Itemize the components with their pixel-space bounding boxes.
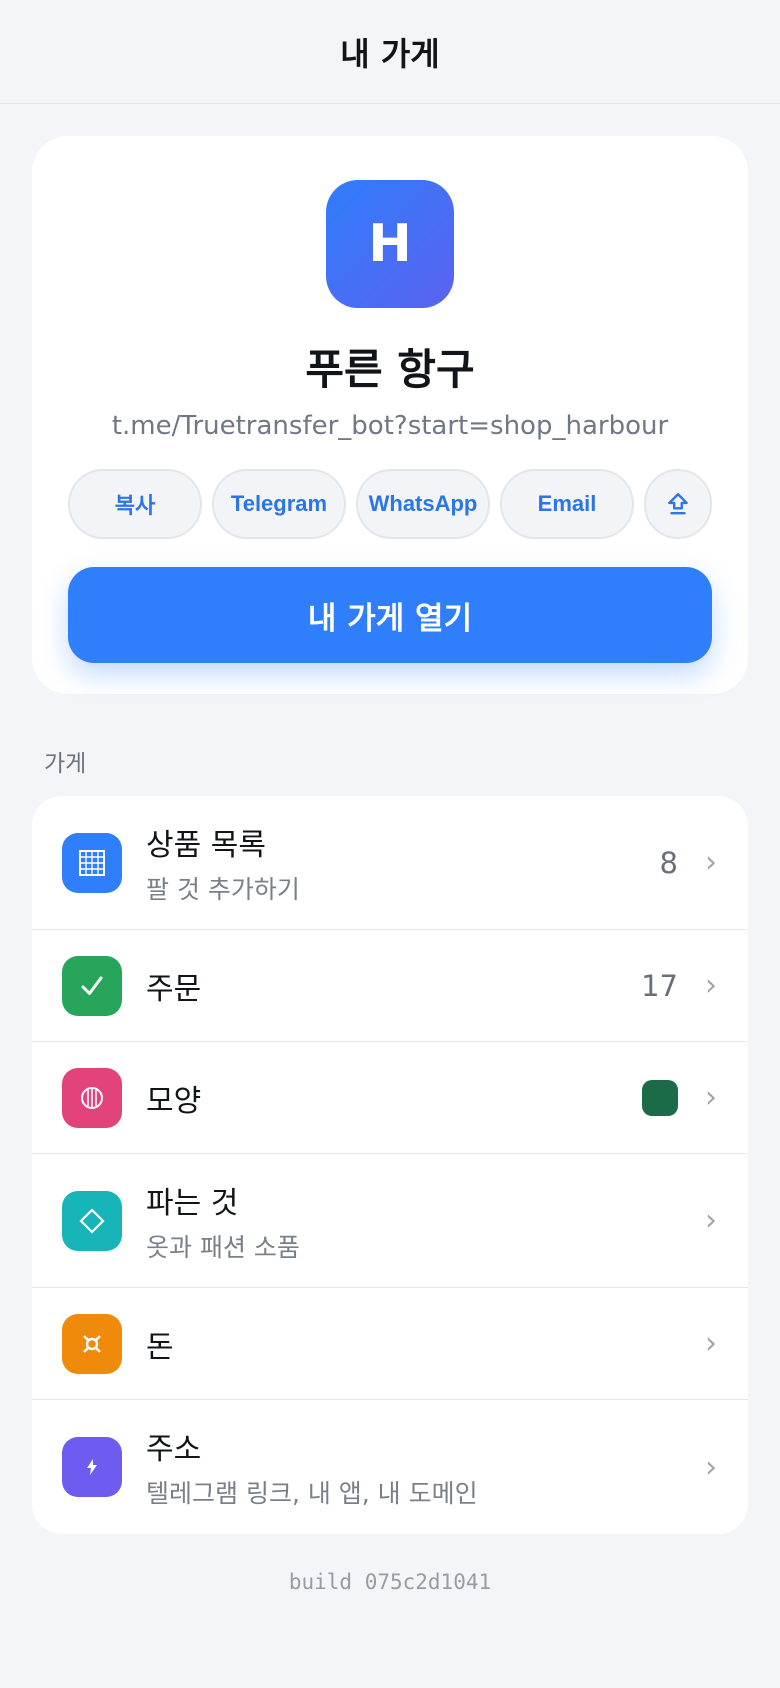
- product-count: 8: [659, 845, 678, 880]
- menu-item-title: 주소: [146, 1432, 202, 1467]
- shop-logo: H: [326, 180, 454, 308]
- menu-item-title: 주문: [146, 971, 202, 1007]
- share-whatsapp-button[interactable]: WhatsApp: [356, 469, 490, 539]
- menu-item-title: 모양: [146, 1083, 202, 1119]
- chevron-right-icon: ›: [705, 1203, 717, 1238]
- menu-item-subtitle: 텔레그램 링크, 내 앱, 내 도메인: [146, 1479, 478, 1508]
- copy-button[interactable]: 복사: [68, 469, 202, 539]
- chevron-right-icon: ›: [705, 1449, 717, 1485]
- chevron-right-icon: ›: [705, 1326, 717, 1361]
- diamond-icon: [62, 1190, 122, 1251]
- link-icon: [62, 1437, 122, 1497]
- share-row: 복사 Telegram WhatsApp Email: [68, 469, 712, 539]
- menu-item-title: 상품 목록: [146, 827, 266, 863]
- menu-item-title: 파는 것: [146, 1185, 239, 1221]
- section-label: 가게: [44, 751, 87, 777]
- shop-name: 푸른 항구: [305, 345, 475, 394]
- share-email-button[interactable]: Email: [500, 469, 634, 539]
- check-icon: [62, 955, 122, 1016]
- menu-item-subtitle: 옷과 패션 소품: [146, 1232, 300, 1262]
- menu-item-title: 돈: [146, 1329, 174, 1365]
- menu-item-subtitle: 팔 것 추가하기: [146, 874, 300, 904]
- shop-link[interactable]: t.me/Truetransfer_bot?start=shop_harbour: [112, 411, 668, 441]
- menu-item-products[interactable]: 상품 목록 팔 것 추가하기 8 ›: [32, 796, 748, 930]
- menu-item-category[interactable]: 파는 것 옷과 패션 소품 ›: [32, 1154, 748, 1288]
- build-info: build 075c2d1041: [288, 1570, 492, 1594]
- shop-menu: 상품 목록 팔 것 추가하기 8 › 주문 17 › 모양 › 파는 것 옷과 …: [32, 796, 748, 1534]
- menu-item-appearance[interactable]: 모양 ›: [32, 1042, 748, 1154]
- menu-item-orders[interactable]: 주문 17 ›: [32, 930, 748, 1042]
- order-count: 17: [641, 968, 678, 1003]
- grid-icon: [62, 832, 122, 893]
- menu-item-money[interactable]: 돈 ›: [32, 1288, 748, 1400]
- page-title: 내 가게: [340, 34, 440, 73]
- currency-icon: [62, 1313, 122, 1374]
- app-header: 내 가게: [0, 0, 780, 104]
- chevron-right-icon: ›: [705, 1080, 717, 1115]
- shop-logo-letter: H: [368, 214, 412, 274]
- palette-icon: [62, 1067, 122, 1128]
- menu-item-address[interactable]: 주소 텔레그램 링크, 내 앱, 내 도메인 ›: [32, 1400, 748, 1534]
- shop-card: H 푸른 항구 t.me/Truetransfer_bot?start=shop…: [32, 136, 748, 694]
- theme-color-swatch: [642, 1079, 678, 1116]
- share-button[interactable]: [644, 469, 712, 539]
- open-shop-button[interactable]: 내 가게 열기: [68, 567, 712, 663]
- chevron-right-icon: ›: [705, 845, 717, 880]
- chevron-right-icon: ›: [705, 968, 717, 1003]
- share-telegram-button[interactable]: Telegram: [212, 469, 346, 539]
- share-upload-icon: [668, 493, 688, 515]
